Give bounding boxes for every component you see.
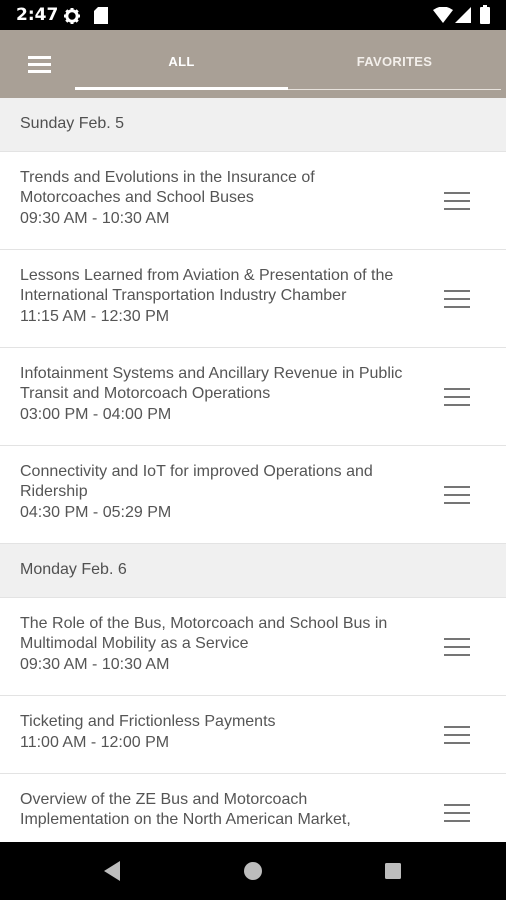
drag-handle-icon[interactable]	[444, 485, 470, 504]
status-time: 2:47	[16, 5, 59, 25]
session-title: Infotainment Systems and Ancillary Reven…	[20, 365, 403, 402]
system-nav-bar	[0, 842, 506, 900]
status-bar: 2:47	[0, 0, 506, 30]
session-title: Connectivity and IoT for improved Operat…	[20, 463, 373, 500]
session-title: The Role of the Bus, Motorcoach and Scho…	[20, 615, 388, 652]
drag-handle-icon[interactable]	[444, 637, 470, 656]
session-title: Ticketing and Frictionless Payments	[20, 713, 276, 730]
drag-handle-icon[interactable]	[444, 191, 470, 210]
cell-signal-icon	[455, 7, 471, 28]
sd-card-icon	[94, 7, 108, 29]
session-time: 04:30 PM - 05:29 PM	[20, 504, 172, 521]
session-row[interactable]: Infotainment Systems and Ancillary Reven…	[0, 348, 506, 446]
session-time: 11:15 AM - 12:30 PM	[20, 308, 170, 325]
wifi-icon	[433, 6, 453, 28]
session-time: 11:00 AM - 12:00 PM	[20, 734, 170, 751]
home-circle-icon[interactable]	[236, 854, 270, 888]
session-time: 09:30 AM - 10:30 AM	[20, 210, 170, 227]
drag-handle-icon[interactable]	[444, 803, 470, 822]
tab-favorites[interactable]: FAVORITES	[288, 30, 501, 98]
hamburger-menu-icon[interactable]	[22, 50, 58, 78]
day-header: Sunday Feb. 5	[0, 98, 506, 152]
schedule-list[interactable]: Sunday Feb. 5 Trends and Evolutions in t…	[0, 98, 506, 842]
session-row[interactable]: Lessons Learned from Aviation & Presenta…	[0, 250, 506, 348]
tab-divider	[288, 89, 501, 90]
tab-all-label: ALL	[168, 54, 195, 69]
app-bar: ALL FAVORITES	[0, 30, 506, 98]
drag-handle-icon[interactable]	[444, 725, 470, 744]
battery-icon	[480, 5, 490, 29]
session-row[interactable]: Ticketing and Frictionless Payments 11:0…	[0, 696, 506, 774]
session-row[interactable]: Connectivity and IoT for improved Operat…	[0, 446, 506, 544]
tab-favorites-label: FAVORITES	[356, 54, 433, 69]
drag-handle-icon[interactable]	[444, 387, 470, 406]
tab-selected-indicator	[75, 87, 288, 90]
session-title: Overview of the ZE Bus and Motorcoach Im…	[20, 791, 351, 828]
settings-gear-icon	[63, 7, 81, 30]
session-row[interactable]: Trends and Evolutions in the Insurance o…	[0, 152, 506, 250]
session-title: Trends and Evolutions in the Insurance o…	[20, 169, 315, 206]
session-row[interactable]: Overview of the ZE Bus and Motorcoach Im…	[0, 774, 506, 842]
recents-square-icon[interactable]	[376, 854, 410, 888]
session-row[interactable]: The Role of the Bus, Motorcoach and Scho…	[0, 598, 506, 696]
day-header: Monday Feb. 6	[0, 544, 506, 598]
back-triangle-icon[interactable]	[96, 854, 130, 888]
session-time: 09:30 AM - 10:30 AM	[20, 656, 170, 673]
drag-handle-icon[interactable]	[444, 289, 470, 308]
session-title: Lessons Learned from Aviation & Presenta…	[20, 267, 394, 304]
tab-all[interactable]: ALL	[75, 30, 288, 98]
session-time: 03:00 PM - 04:00 PM	[20, 406, 172, 423]
